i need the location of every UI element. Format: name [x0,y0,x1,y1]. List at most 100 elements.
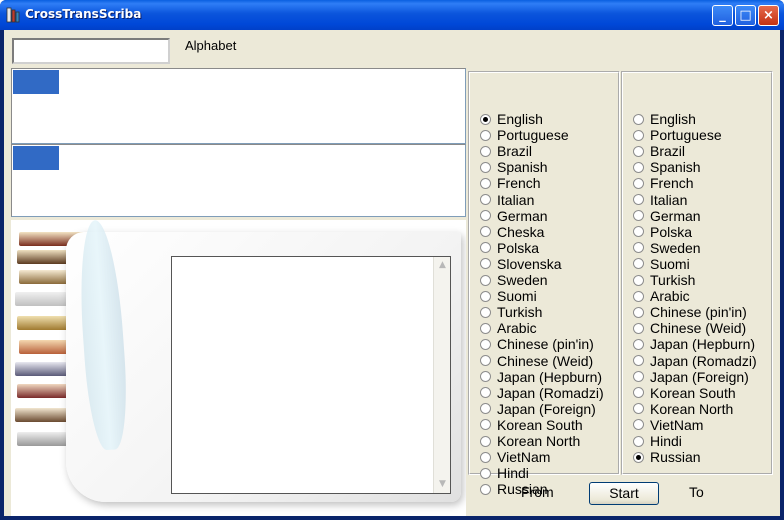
to-language-radio-item[interactable]: Russian [633,449,701,465]
from-language-radio-item[interactable]: Japan (Romadzi) [480,385,604,401]
radio-button-icon[interactable] [480,145,491,157]
from-language-radio-item[interactable]: Italian [480,192,534,208]
radio-button-icon[interactable] [480,403,491,415]
from-language-radio-item[interactable]: Cheska [480,224,544,240]
radio-button-icon[interactable] [480,451,491,463]
to-language-radio-item[interactable]: Italian [633,192,687,208]
to-language-radio-item[interactable]: Arabic [633,288,690,304]
radio-button-icon[interactable] [633,242,644,254]
to-language-radio-item[interactable]: Japan (Foreign) [633,369,749,385]
alphabet-input[interactable] [12,38,170,64]
radio-button-icon[interactable] [480,435,491,447]
radio-button-icon[interactable] [633,419,644,431]
vertical-scrollbar[interactable]: ▲ ▼ [433,257,450,493]
to-language-radio-item[interactable]: Korean North [633,401,733,417]
from-language-radio-item[interactable]: Turkish [480,304,542,320]
memo-text-area[interactable]: ▲ ▼ [171,256,451,494]
from-language-radio-item[interactable]: Arabic [480,320,537,336]
radio-button-icon[interactable] [480,338,491,350]
scroll-down-arrow-icon[interactable]: ▼ [435,477,450,492]
from-language-radio-item[interactable]: Korean North [480,433,580,449]
from-language-radio-item[interactable]: Portuguese [480,127,569,143]
to-language-radio-item[interactable]: Japan (Romadzi) [633,353,757,369]
radio-button-icon[interactable] [633,274,644,286]
radio-button-icon[interactable] [633,403,644,415]
from-language-radio-item[interactable]: Chinese (pin'in) [480,336,594,352]
from-language-radio-item[interactable]: French [480,175,541,191]
minimize-button[interactable]: _ [712,5,733,26]
from-language-radio-item[interactable]: Chinese (Weid) [480,353,593,369]
radio-button-icon[interactable] [633,451,644,463]
from-language-radio-item[interactable]: Korean South [480,417,583,433]
radio-button-icon[interactable] [633,129,644,141]
radio-button-icon[interactable] [633,145,644,157]
radio-button-icon[interactable] [633,387,644,399]
radio-button-icon[interactable] [633,161,644,173]
from-language-radio-item[interactable]: English [480,111,543,127]
scroll-up-arrow-icon[interactable]: ▲ [435,258,450,273]
to-language-radio-item[interactable]: French [633,175,694,191]
radio-button-icon[interactable] [480,322,491,334]
to-language-radio-item[interactable]: English [633,111,696,127]
radio-button-icon[interactable] [480,194,491,205]
to-language-radio-item[interactable]: Suomi [633,256,690,272]
radio-button-icon[interactable] [480,387,491,399]
from-language-radio-item[interactable]: Sweden [480,272,548,288]
radio-button-icon[interactable] [480,226,491,238]
source-text-box[interactable] [11,68,466,144]
to-language-radio-item[interactable]: Turkish [633,272,695,288]
radio-button-icon[interactable] [480,161,491,173]
to-language-radio-item[interactable]: Portuguese [633,127,722,143]
radio-button-icon[interactable] [633,435,644,447]
radio-button-icon[interactable] [633,194,644,205]
radio-button-icon[interactable] [633,113,644,125]
radio-button-icon[interactable] [480,419,491,431]
to-language-radio-item[interactable]: VietNam [633,417,703,433]
radio-button-icon[interactable] [480,258,491,270]
radio-button-icon[interactable] [480,290,491,302]
radio-button-icon[interactable] [480,242,491,254]
from-language-radio-item[interactable]: German [480,208,548,224]
radio-button-icon[interactable] [480,274,491,286]
maximize-button[interactable]: □ [735,5,756,26]
radio-button-icon[interactable] [633,322,644,334]
to-language-radio-item[interactable]: Japan (Hepburn) [633,336,755,352]
radio-button-icon[interactable] [480,355,491,366]
from-language-radio-item[interactable]: Japan (Foreign) [480,401,596,417]
radio-button-icon[interactable] [633,226,644,238]
radio-button-icon[interactable] [633,210,644,222]
from-language-radio-item[interactable]: Brazil [480,143,532,159]
start-button[interactable]: Start [589,482,659,505]
radio-button-icon[interactable] [480,113,491,125]
radio-button-icon[interactable] [480,177,491,189]
to-language-radio-item[interactable]: Brazil [633,143,685,159]
close-button[interactable]: × [758,5,779,26]
radio-button-icon[interactable] [480,210,491,222]
radio-button-icon[interactable] [480,306,491,318]
radio-button-icon[interactable] [633,371,644,383]
title-bar[interactable]: CrossTransScriba _ □ × [0,0,784,30]
to-language-radio-item[interactable]: Sweden [633,240,701,256]
from-language-radio-item[interactable]: Slovenska [480,256,562,272]
radio-button-icon[interactable] [633,290,644,302]
to-language-radio-item[interactable]: Spanish [633,159,701,175]
radio-button-icon[interactable] [633,177,644,189]
radio-button-icon[interactable] [633,306,644,318]
to-language-radio-item[interactable]: Chinese (Weid) [633,320,746,336]
to-language-radio-item[interactable]: Korean South [633,385,736,401]
to-language-radio-item[interactable]: Chinese (pin'in) [633,304,747,320]
to-language-radio-item[interactable]: Hindi [633,433,682,449]
to-language-radio-item[interactable]: German [633,208,701,224]
radio-button-icon[interactable] [633,338,644,350]
from-language-radio-item[interactable]: VietNam [480,449,550,465]
radio-button-icon[interactable] [633,355,644,366]
from-language-radio-item[interactable]: Japan (Hepburn) [480,369,602,385]
from-language-radio-item[interactable]: Suomi [480,288,537,304]
from-language-radio-item[interactable]: Spanish [480,159,548,175]
from-language-radio-item[interactable]: Polska [480,240,539,256]
radio-button-icon[interactable] [480,129,491,141]
radio-button-icon[interactable] [480,371,491,383]
result-text-box[interactable] [11,144,466,217]
to-language-radio-item[interactable]: Polska [633,224,692,240]
radio-button-icon[interactable] [633,258,644,270]
